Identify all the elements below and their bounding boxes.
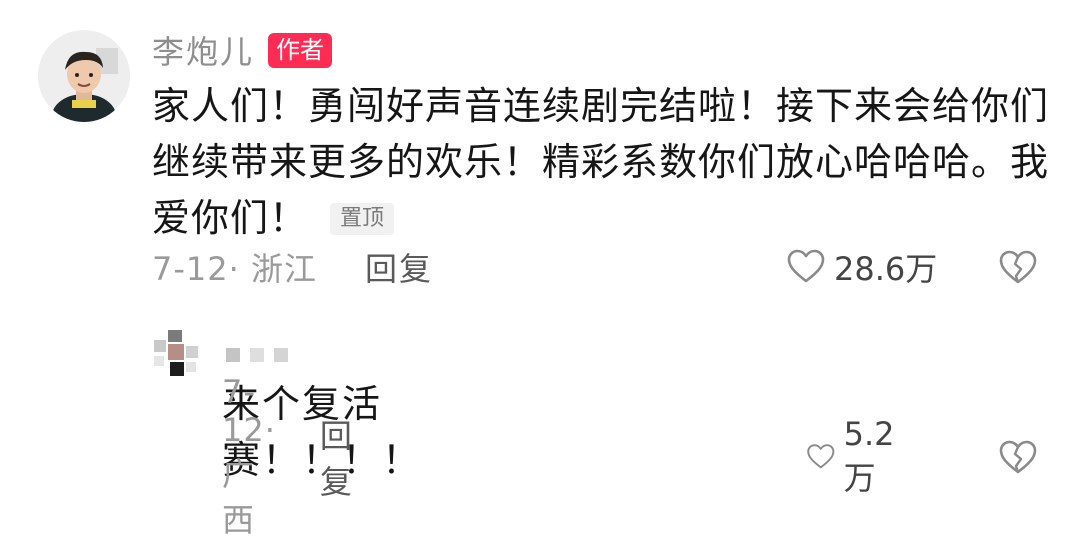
date-location: 7-12· 浙江: [152, 250, 317, 288]
heart-icon: [807, 444, 835, 469]
dislike-icon[interactable]: [998, 248, 1038, 288]
like-button[interactable]: 5.2万: [806, 415, 905, 497]
author-line: 李炮儿 作者: [152, 27, 333, 73]
obscured-name-block: [250, 348, 264, 362]
dislike-icon[interactable]: [998, 438, 1038, 478]
reply-author-name[interactable]: [226, 340, 298, 370]
heart-icon: [787, 249, 825, 283]
comment-item: 李炮儿 作者 家人们！勇闯好声音连续剧完结啦！接下来会给你们继续带来更多的欢乐！…: [0, 0, 1080, 300]
avatar[interactable]: [38, 30, 130, 122]
like-count: 5.2万: [843, 415, 895, 497]
like-count: 28.6万: [834, 250, 938, 288]
date-location: 7-12· 广西: [222, 373, 276, 539]
reply-button[interactable]: 回复: [320, 411, 354, 503]
author-name[interactable]: 李炮儿: [152, 27, 254, 73]
obscured-name-block: [226, 348, 240, 362]
obscured-name-block: [274, 348, 288, 362]
author-badge: 作者: [268, 32, 333, 68]
pinned-badge: 置顶: [330, 203, 395, 235]
reply-button[interactable]: 回复: [365, 244, 433, 290]
avatar-image: [38, 30, 130, 122]
comment-text: 家人们！勇闯好声音连续剧完结啦！接下来会给你们继续带来更多的欢乐！精彩系数你们放…: [152, 84, 1050, 240]
like-button[interactable]: 28.6万: [786, 242, 937, 292]
reply-meta: 7-12· 广西 回复: [222, 373, 354, 539]
avatar[interactable]: [150, 330, 206, 386]
comment-meta: 7-12· 浙江 回复: [152, 242, 433, 292]
comment-body: 家人们！勇闯好声音连续剧完结啦！接下来会给你们继续带来更多的欢乐！精彩系数你们放…: [152, 78, 1052, 246]
